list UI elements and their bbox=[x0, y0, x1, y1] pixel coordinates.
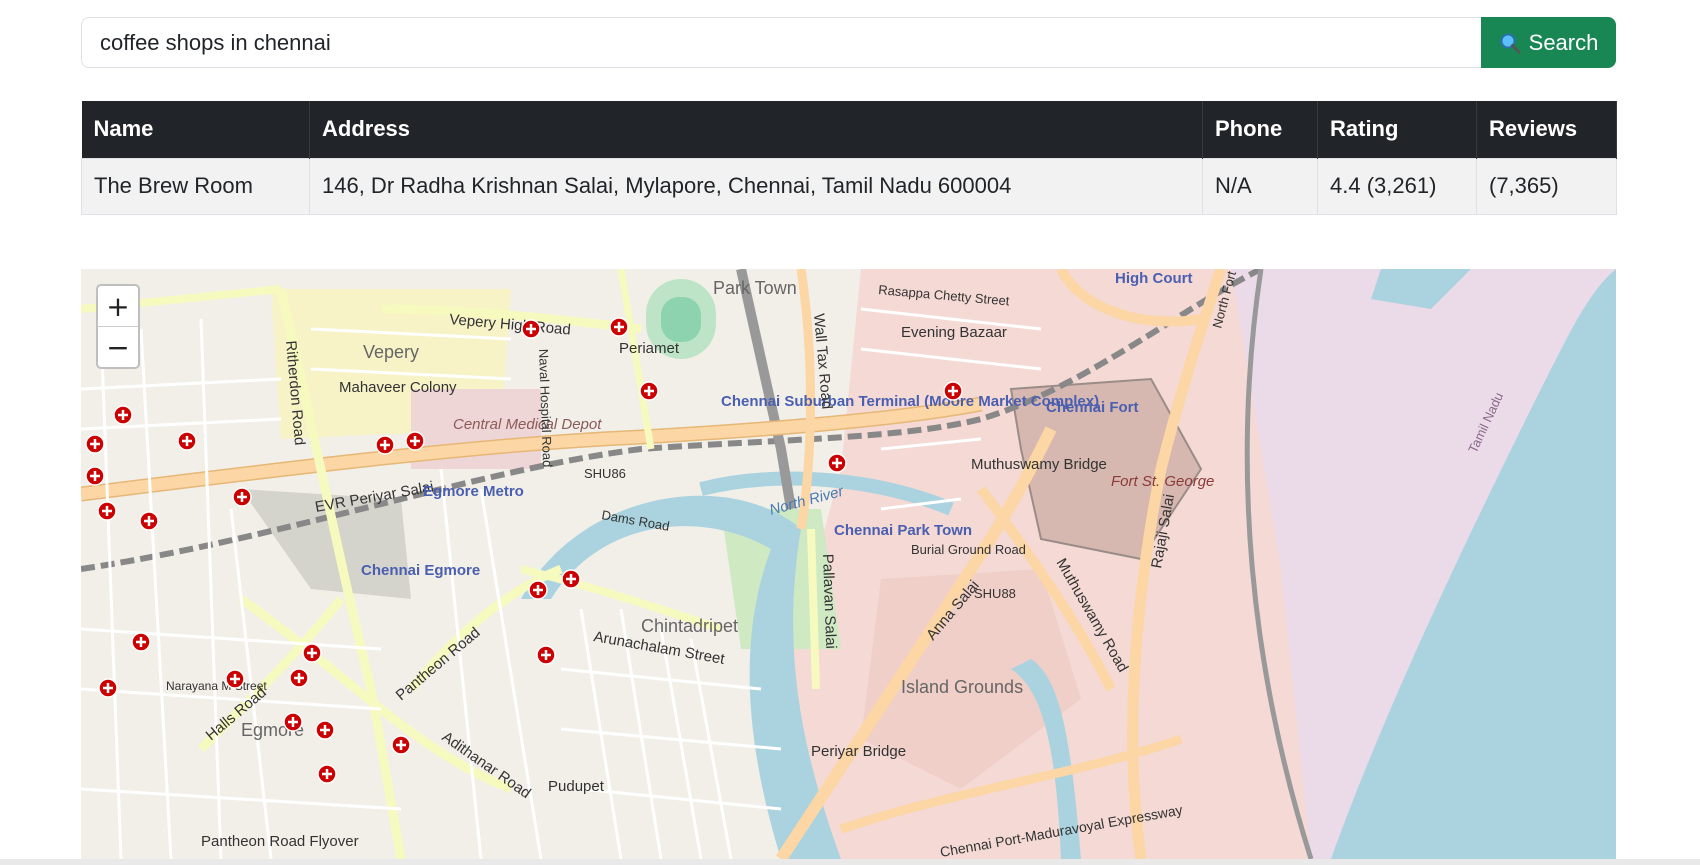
map-label-periamet: Periamet bbox=[619, 340, 680, 357]
map-label-vepery: Vepery bbox=[363, 342, 419, 362]
hospital-marker-icon[interactable] bbox=[639, 381, 659, 401]
stadium-field bbox=[661, 297, 701, 342]
search-button[interactable]: Search bbox=[1481, 17, 1616, 68]
map-label-shu86: SHU86 bbox=[584, 466, 626, 481]
search-bar: Search bbox=[81, 17, 1616, 68]
hospital-marker-icon[interactable] bbox=[232, 487, 252, 507]
map-label-pantheon-road-flyover: Pantheon Road Flyover bbox=[201, 833, 359, 850]
search-button-label: Search bbox=[1528, 29, 1599, 55]
hospital-marker-icon[interactable] bbox=[289, 668, 309, 688]
map-label-muthuswamy-bridge: Muthuswamy Bridge bbox=[971, 456, 1107, 473]
column-header-name: Name bbox=[81, 101, 310, 158]
hospital-marker-icon[interactable] bbox=[139, 511, 159, 531]
hospital-marker-icon[interactable] bbox=[391, 735, 411, 755]
map-label-fort-st-george: Fort St. George bbox=[1111, 473, 1214, 490]
hospital-marker-icon[interactable] bbox=[131, 632, 151, 652]
cell-phone: N/A bbox=[1202, 157, 1318, 215]
map-view[interactable]: Park Town Vepery Vepery High Road Periam… bbox=[81, 269, 1616, 859]
hospital-marker-icon[interactable] bbox=[177, 431, 197, 451]
hospital-marker-icon[interactable] bbox=[85, 466, 105, 486]
hospital-marker-icon[interactable] bbox=[317, 764, 337, 784]
map-label-mahaveer-colony: Mahaveer Colony bbox=[339, 379, 457, 396]
hospital-marker-icon[interactable] bbox=[98, 678, 118, 698]
map-label-high-court: High Court bbox=[1115, 270, 1192, 287]
map-label-burial-ground-road: Burial Ground Road bbox=[911, 542, 1026, 557]
hospital-marker-icon[interactable] bbox=[609, 317, 629, 337]
hospital-marker-icon[interactable] bbox=[113, 405, 133, 425]
hospital-marker-icon[interactable] bbox=[225, 669, 245, 689]
map-label-central-medical-depot: Central Medical Depot bbox=[453, 416, 602, 433]
map-label-egmore-metro: Egmore Metro bbox=[423, 483, 524, 500]
hospital-marker-icon[interactable] bbox=[521, 319, 541, 339]
map-label-chennai-park-town: Chennai Park Town bbox=[834, 522, 972, 539]
zoom-out-button[interactable]: − bbox=[98, 326, 138, 367]
column-header-rating: Rating bbox=[1317, 101, 1477, 158]
hospital-marker-icon[interactable] bbox=[375, 435, 395, 455]
zoom-in-button[interactable]: + bbox=[98, 286, 138, 326]
hospital-marker-icon[interactable] bbox=[85, 434, 105, 454]
hospital-marker-icon[interactable] bbox=[943, 381, 963, 401]
hospital-marker-icon[interactable] bbox=[405, 431, 425, 451]
map-label-island-grounds: Island Grounds bbox=[901, 677, 1023, 697]
column-header-phone: Phone bbox=[1202, 101, 1318, 158]
hospital-marker-icon[interactable] bbox=[97, 501, 117, 521]
map-label-pudupet: Pudupet bbox=[548, 778, 605, 795]
map-label-pallavan-salai: Pallavan Salai bbox=[819, 554, 839, 650]
cell-address: 146, Dr Radha Krishnan Salai, Mylapore, … bbox=[309, 157, 1203, 215]
hospital-marker-icon[interactable] bbox=[315, 720, 335, 740]
horizontal-scrollbar[interactable] bbox=[0, 859, 1700, 865]
column-header-reviews: Reviews bbox=[1476, 101, 1617, 158]
column-header-address: Address bbox=[309, 101, 1203, 158]
hospital-marker-icon[interactable] bbox=[561, 569, 581, 589]
map-label-periyar-bridge: Periyar Bridge bbox=[811, 743, 906, 760]
table-row: The Brew Room 146, Dr Radha Krishnan Sal… bbox=[81, 157, 1617, 215]
hospital-marker-icon[interactable] bbox=[302, 643, 322, 663]
search-icon bbox=[1499, 32, 1521, 54]
search-input[interactable] bbox=[81, 17, 1481, 68]
results-table: Name Address Phone Rating Reviews The Br… bbox=[81, 101, 1617, 215]
hospital-marker-icon[interactable] bbox=[827, 453, 847, 473]
hospital-marker-icon[interactable] bbox=[536, 645, 556, 665]
table-header-row: Name Address Phone Rating Reviews bbox=[81, 101, 1617, 158]
hospital-marker-icon[interactable] bbox=[528, 580, 548, 600]
cell-reviews: (7,365) bbox=[1476, 157, 1617, 215]
map-label-evening-bazaar: Evening Bazaar bbox=[901, 324, 1007, 341]
map-label-chennai-fort: Chennai Fort bbox=[1046, 399, 1139, 416]
hospital-marker-icon[interactable] bbox=[283, 712, 303, 732]
cell-rating: 4.4 (3,261) bbox=[1317, 157, 1477, 215]
pallavan-salai bbox=[807, 528, 820, 690]
map-tiles: Park Town Vepery Vepery High Road Periam… bbox=[81, 269, 1616, 859]
map-label-chennai-egmore: Chennai Egmore bbox=[361, 562, 480, 579]
map-label-park-town: Park Town bbox=[713, 278, 797, 298]
map-label-suburban-terminal: Chennai Suburban Terminal (Moore Market … bbox=[721, 393, 1099, 410]
cell-name: The Brew Room bbox=[81, 157, 310, 215]
zoom-control: + − bbox=[96, 284, 140, 369]
map-label-chintadripet: Chintadripet bbox=[641, 616, 738, 636]
